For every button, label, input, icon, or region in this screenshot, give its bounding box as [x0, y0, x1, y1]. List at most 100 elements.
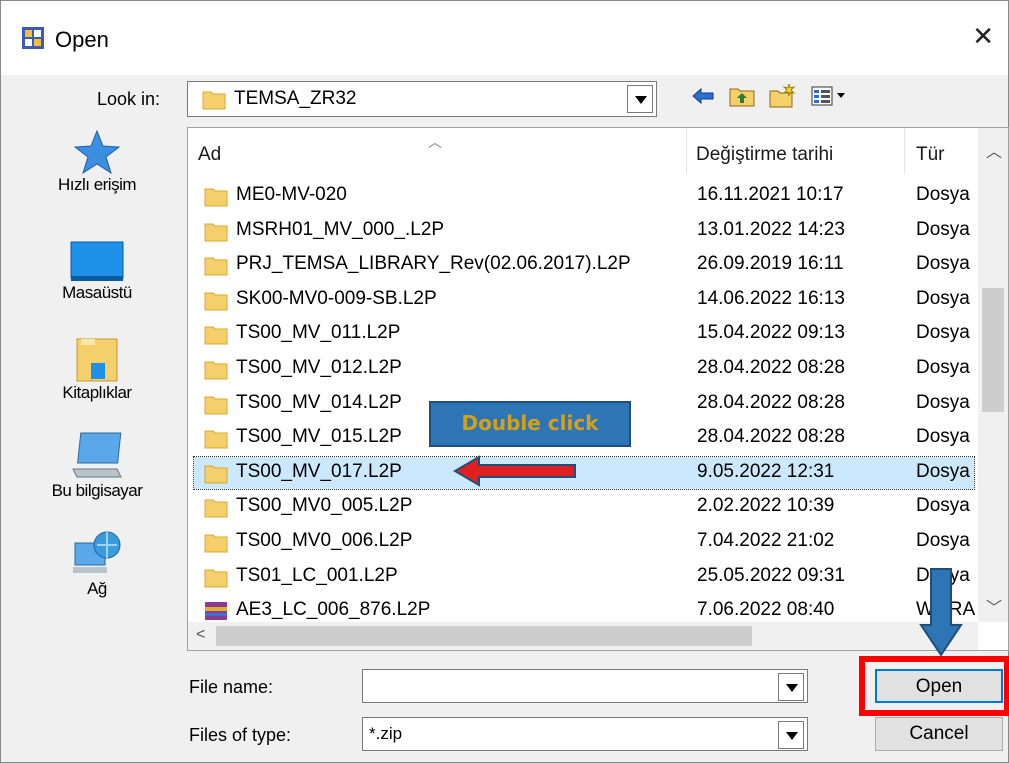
toolbar	[691, 83, 847, 113]
folder-icon	[204, 292, 228, 311]
file-name: ME0-MV-020	[236, 184, 347, 205]
file-date: 28.04.2022 08:28	[697, 357, 845, 378]
file-type: Dosya	[916, 287, 970, 309]
file-date: 13.01.2022 14:23	[697, 218, 845, 240]
open-highlight-box	[859, 656, 1009, 716]
star-icon	[73, 129, 121, 175]
file-type: Dosya	[916, 218, 970, 240]
file-date: 14.06.2022 16:13	[697, 287, 845, 309]
place-network[interactable]: Ağ	[11, 529, 183, 599]
column-header-date[interactable]: Değiştirme tarihi	[696, 144, 833, 166]
place-this-pc[interactable]: Bu bilgisayar	[11, 431, 183, 501]
horizontal-scrollbar[interactable]: <	[188, 622, 978, 650]
network-icon	[73, 531, 121, 573]
file-date: 26.09.2019 16:11	[697, 253, 844, 275]
filetype-select[interactable]: *.zip	[362, 717, 808, 751]
folder-icon	[204, 534, 228, 553]
file-type: Dosya	[916, 426, 970, 448]
scroll-down-icon[interactable]: ﹀	[986, 594, 1002, 618]
folder-icon	[204, 223, 228, 242]
file-date: 15.04.2022 09:13	[697, 322, 845, 344]
app-icon	[22, 27, 44, 49]
place-desktop[interactable]: Masaüstü	[11, 241, 183, 303]
file-name: TS01_LC_001.L2P	[236, 564, 398, 586]
file-name: SK00-MV0-009-SB.L2P	[236, 287, 437, 309]
file-row[interactable]: TS00_MV_012.L2P 28.04.2022 08:28 Dosya	[194, 353, 974, 385]
file-name: PRJ_TEMSA_LIBRARY_Rev(02.06.2017).L2P	[236, 253, 631, 275]
file-name: TS00_MV_012.L2P	[236, 357, 402, 378]
folder-icon	[204, 188, 228, 207]
file-type: Dosya	[916, 357, 970, 378]
lookin-combo[interactable]: TEMSA_ZR32	[187, 81, 657, 117]
filetype-dropdown-button[interactable]	[778, 721, 804, 749]
file-date: 9.05.2022 12:31	[697, 460, 835, 482]
file-row[interactable]: MSRH01_MV_000_.L2P 13.01.2022 14:23 Dosya	[194, 215, 974, 247]
column-header-type[interactable]: Tür	[916, 144, 945, 166]
folder-icon	[204, 396, 228, 415]
file-date: 2.02.2022 10:39	[697, 495, 835, 517]
down-arrow-annotation	[919, 568, 963, 657]
file-name: AE3_LC_006_876.L2P	[236, 599, 431, 621]
filename-input[interactable]	[362, 669, 808, 703]
file-row[interactable]: TS00_MV0_006.L2P 7.04.2022 21:02 Dosya	[194, 526, 974, 558]
file-date: 28.04.2022 08:28	[697, 391, 845, 413]
up-folder-icon[interactable]	[729, 84, 755, 113]
file-type: Dosya	[916, 184, 970, 205]
folder-icon	[204, 430, 228, 449]
file-type: Dosya	[916, 253, 970, 275]
lookin-value: TEMSA_ZR32	[234, 88, 357, 109]
column-header-name[interactable]: Ad	[198, 144, 221, 166]
scroll-thumb[interactable]	[982, 288, 1004, 412]
file-date: 16.11.2021 10:17	[697, 184, 844, 205]
list-header: ︿ Ad Değiştirme tarihi Tür	[188, 128, 978, 176]
places-bar: Hızlı erişim Masaüstü Kitaplıklar Bu bil…	[11, 129, 183, 629]
file-row[interactable]: TS01_LC_001.L2P25.05.2022 09:31Dosya	[194, 561, 974, 593]
place-quick-access[interactable]: Hızlı erişim	[11, 129, 183, 195]
place-label: Ağ	[87, 579, 107, 598]
file-name: TS00_MV0_006.L2P	[236, 530, 413, 551]
desktop-icon	[70, 241, 124, 281]
folder-icon	[204, 257, 228, 276]
file-row[interactable]: TS00_MV_011.L2P 15.04.2022 09:13 Dosya	[194, 318, 974, 350]
place-label: Kitaplıklar	[62, 383, 132, 402]
file-row[interactable]: TS00_MV0_005.L2P 2.02.2022 10:39 Dosya	[194, 491, 974, 523]
folder-icon	[204, 465, 228, 484]
file-type: Dosya	[916, 322, 970, 344]
file-name: TS00_MV_017.L2P	[236, 460, 402, 482]
view-menu-icon[interactable]	[811, 85, 847, 112]
computer-icon	[72, 432, 122, 478]
new-folder-icon[interactable]	[769, 83, 797, 114]
file-type: Dosya	[916, 495, 970, 517]
filename-dropdown-button[interactable]	[778, 673, 804, 701]
column-separator[interactable]	[904, 128, 905, 174]
file-name: TS00_MV_015.L2P	[236, 426, 402, 448]
file-type: Dosya	[916, 460, 970, 482]
back-icon[interactable]	[691, 86, 715, 111]
column-separator[interactable]	[686, 128, 687, 174]
file-row[interactable]: ME0-MV-020 16.11.2021 10:17 Dosya	[194, 180, 974, 212]
file-date: 28.04.2022 08:28	[697, 426, 845, 448]
vertical-scrollbar[interactable]: ︿ ﹀	[978, 128, 1008, 622]
scroll-up-icon[interactable]: ︿	[986, 138, 1002, 162]
folder-icon	[204, 499, 228, 518]
file-type: Dosya	[916, 391, 970, 413]
window-title: Open	[55, 27, 109, 52]
folder-icon	[202, 91, 226, 110]
file-name: TS00_MV_014.L2P	[236, 391, 402, 413]
file-row[interactable]: PRJ_TEMSA_LIBRARY_Rev(02.06.2017).L2P 26.…	[194, 249, 974, 281]
file-list[interactable]: ︿ Ad Değiştirme tarihi Tür ME0-MV-020 16.…	[187, 127, 1009, 651]
close-icon[interactable]: ✕	[972, 21, 994, 52]
scroll-left-icon[interactable]: <	[196, 626, 205, 644]
hscroll-thumb[interactable]	[216, 626, 752, 646]
file-row[interactable]: TS00_MV_017.L2P 9.05.2022 12:31 Dosya	[193, 455, 975, 490]
place-label: Hızlı erişim	[57, 175, 137, 194]
file-date: 7.04.2022 21:02	[697, 530, 835, 551]
filetype-value: *.zip	[369, 724, 403, 743]
file-row[interactable]: SK00-MV0-009-SB.L2P 14.06.2022 16:13 Dosya	[194, 284, 974, 316]
lookin-dropdown-button[interactable]	[627, 85, 653, 113]
filetype-label: Files of type:	[189, 725, 292, 745]
cancel-button[interactable]: Cancel	[875, 717, 1003, 751]
folder-icon	[204, 569, 228, 588]
filename-label: File name:	[189, 677, 274, 697]
place-libraries[interactable]: Kitaplıklar	[11, 337, 183, 403]
